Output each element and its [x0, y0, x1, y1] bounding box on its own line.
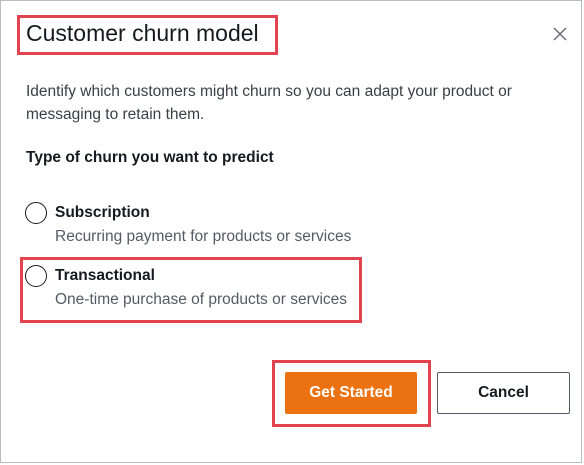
get-started-button[interactable]: Get Started [285, 372, 417, 414]
subscription-radio[interactable] [25, 202, 47, 224]
option-label: Subscription [55, 204, 150, 221]
option-label: Transactional [55, 267, 155, 284]
option-description: Recurring payment for products or servic… [55, 228, 352, 245]
option-transactional[interactable]: Transactional One-time purchase of produ… [25, 264, 365, 310]
option-subscription[interactable]: Subscription Recurring payment for produ… [25, 201, 365, 247]
section-heading: Type of churn you want to predict [26, 149, 274, 166]
dialog-title: Customer churn model [26, 20, 259, 46]
close-icon[interactable] [549, 23, 571, 45]
churn-model-dialog: Customer churn model Identify which cust… [0, 0, 582, 463]
option-description: One-time purchase of products or service… [55, 291, 348, 308]
dialog-description: Identify which customers might churn so … [26, 83, 512, 123]
transactional-radio[interactable] [25, 265, 47, 287]
cancel-button[interactable]: Cancel [437, 372, 570, 414]
